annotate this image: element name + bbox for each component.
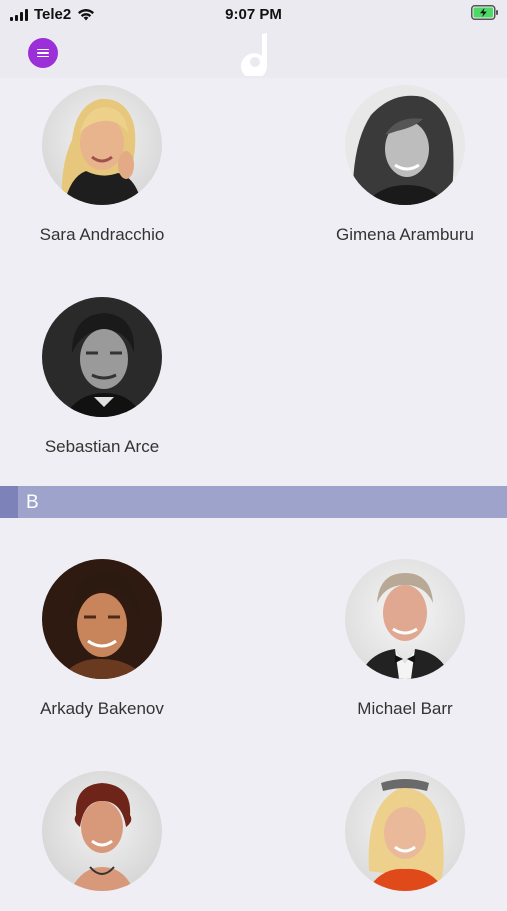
battery-charging-icon	[471, 5, 498, 20]
avatar	[345, 771, 465, 891]
section-letter: B	[26, 492, 39, 513]
person-card[interactable]: Michael Barr	[305, 559, 505, 719]
section-header-b: B	[0, 486, 507, 518]
person-card[interactable]: Arkady Bakenov	[2, 559, 202, 719]
person-name: Sebastian Arce	[44, 437, 160, 456]
person-card[interactable]: Sebastian Arce	[2, 297, 202, 457]
menu-icon-line	[37, 55, 49, 58]
avatar	[42, 297, 162, 417]
avatar	[345, 85, 465, 205]
app-logo	[241, 33, 268, 76]
person-card[interactable]	[2, 771, 202, 911]
avatar	[42, 559, 162, 679]
avatar	[345, 559, 465, 679]
status-time: 9:07 PM	[225, 6, 282, 23]
person-name: Gimena Aramburu	[336, 225, 474, 244]
person-name: Sara Andracchio	[39, 225, 165, 244]
avatar	[42, 85, 162, 205]
person-card[interactable]	[305, 771, 505, 911]
app-header	[0, 30, 507, 78]
section-accent	[0, 486, 18, 518]
avatar	[42, 771, 162, 891]
person-card[interactable]: Gimena Aramburu	[305, 85, 505, 245]
person-name: Arkady Bakenov	[40, 699, 164, 718]
person-card[interactable]: Sara Andracchio	[2, 85, 202, 245]
status-bar: Tele2 9:07 PM	[0, 0, 507, 30]
menu-icon-line	[37, 52, 49, 54]
menu-icon-line	[37, 48, 49, 51]
menu-button[interactable]	[28, 38, 58, 68]
person-name: Michael Barr	[357, 699, 453, 718]
